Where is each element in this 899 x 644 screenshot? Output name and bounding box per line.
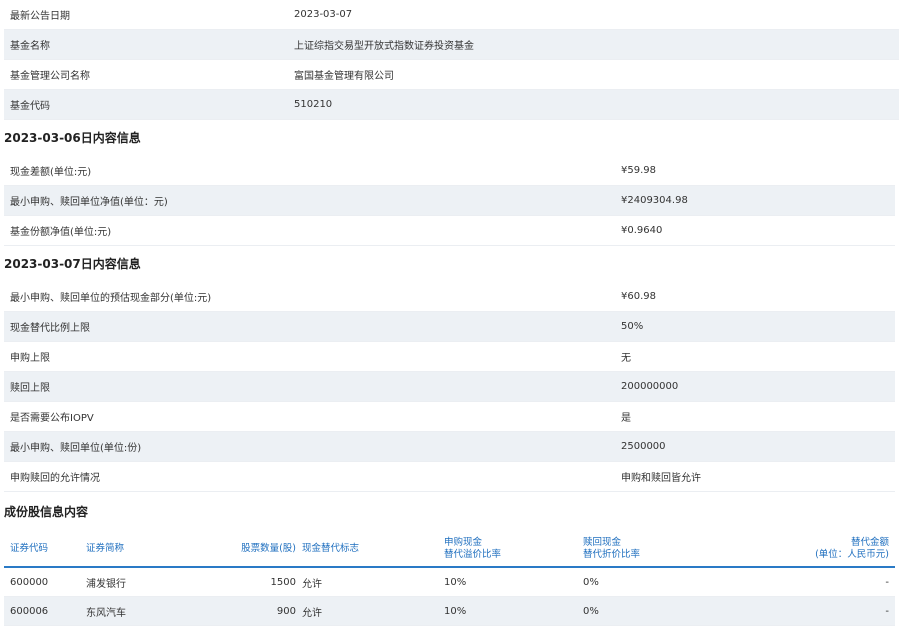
cell-sub-premium: 10% xyxy=(444,596,583,626)
field-value: 2500000 xyxy=(621,431,895,462)
table-row: 申购上限 无 xyxy=(4,341,895,372)
table-row: 是否需要公布IOPV 是 xyxy=(4,401,895,432)
components-table: 证券代码 证券简称 股票数量(股) 现金替代标志 申购现金 替代溢价比率 赎回现… xyxy=(4,532,895,626)
table-row: 赎回上限 200000000 xyxy=(4,371,895,402)
field-label: 赎回上限 xyxy=(4,371,621,402)
cell-red-discount: 0% xyxy=(583,596,783,626)
header-line: (单位：人民币元) xyxy=(815,549,889,560)
info-table-0306: 现金差额(单位:元) ¥59.98 最小申购、赎回单位净值(单位：元) ¥240… xyxy=(4,156,895,246)
field-label: 最小申购、赎回单位(单位:份) xyxy=(4,431,621,462)
field-label: 最新公告日期 xyxy=(4,0,294,30)
col-header-amount: 替代金额 (单位：人民币元) xyxy=(783,532,895,568)
table-row: 600006 东风汽车 900 允许 10% 0% - xyxy=(4,596,895,626)
field-value: 2023-03-07 xyxy=(294,0,899,30)
cell-amount: - xyxy=(783,596,895,626)
header-line: 替代折价比率 xyxy=(583,549,641,560)
field-label: 申购上限 xyxy=(4,341,621,372)
field-value: 510210 xyxy=(294,89,899,120)
header-line: 赎回现金 xyxy=(583,537,622,548)
cell-code: 600000 xyxy=(4,567,86,597)
field-value: ¥59.98 xyxy=(621,156,895,186)
header-line: 申购现金 xyxy=(444,537,483,548)
cell-name: 东风汽车 xyxy=(86,596,186,626)
basic-info-table: 最新公告日期 2023-03-07 基金名称 上证综指交易型开放式指数证券投资基… xyxy=(4,0,899,120)
col-header-flag: 现金替代标志 xyxy=(296,532,444,568)
field-value: 无 xyxy=(621,341,895,372)
field-value: 富国基金管理有限公司 xyxy=(294,59,899,90)
cell-code: 600006 xyxy=(4,596,86,626)
col-header-shares: 股票数量(股) xyxy=(186,532,296,568)
field-value: ¥60.98 xyxy=(621,282,895,312)
header-line: 替代金额 xyxy=(850,537,889,548)
table-row: 现金差额(单位:元) ¥59.98 xyxy=(4,156,895,186)
header-line: 替代溢价比率 xyxy=(444,549,502,560)
section-title-0307: 2023-03-07日内容信息 xyxy=(4,257,141,271)
field-label: 基金名称 xyxy=(4,29,294,60)
table-row: 基金名称 上证综指交易型开放式指数证券投资基金 xyxy=(4,29,899,60)
table-row: 600000 浦发银行 1500 允许 10% 0% - xyxy=(4,567,895,597)
table-row: 基金管理公司名称 富国基金管理有限公司 xyxy=(4,59,899,90)
section-title-0306: 2023-03-06日内容信息 xyxy=(4,131,141,145)
field-label: 是否需要公布IOPV xyxy=(4,401,621,432)
section-title-components: 成份股信息内容 xyxy=(4,505,89,519)
col-header-code: 证券代码 xyxy=(4,532,86,568)
table-row: 最新公告日期 2023-03-07 xyxy=(4,0,899,30)
field-label: 基金份额净值(单位:元) xyxy=(4,215,621,246)
cell-shares: 900 xyxy=(186,596,296,626)
table-row: 基金份额净值(单位:元) ¥0.9640 xyxy=(4,215,895,246)
field-value: 200000000 xyxy=(621,371,895,402)
cell-flag: 允许 xyxy=(296,596,444,626)
field-value: 申购和赎回皆允许 xyxy=(621,461,895,492)
field-value: 上证综指交易型开放式指数证券投资基金 xyxy=(294,29,899,60)
info-table-0307: 最小申购、赎回单位的预估现金部分(单位:元) ¥60.98 现金替代比例上限 5… xyxy=(4,282,895,492)
cell-flag: 允许 xyxy=(296,567,444,597)
field-label: 现金差额(单位:元) xyxy=(4,156,621,186)
cell-sub-premium: 10% xyxy=(444,567,583,597)
table-row: 最小申购、赎回单位净值(单位：元) ¥2409304.98 xyxy=(4,185,895,216)
field-label: 基金代码 xyxy=(4,89,294,120)
field-label: 现金替代比例上限 xyxy=(4,311,621,342)
col-header-sub-premium: 申购现金 替代溢价比率 xyxy=(444,532,583,568)
table-row: 基金代码 510210 xyxy=(4,89,899,120)
field-label: 申购赎回的允许情况 xyxy=(4,461,621,492)
field-label: 基金管理公司名称 xyxy=(4,59,294,90)
field-value: 是 xyxy=(621,401,895,432)
table-row: 申购赎回的允许情况 申购和赎回皆允许 xyxy=(4,461,895,492)
field-value: ¥0.9640 xyxy=(621,215,895,246)
cell-shares: 1500 xyxy=(186,567,296,597)
field-value: ¥2409304.98 xyxy=(621,185,895,216)
field-label: 最小申购、赎回单位的预估现金部分(单位:元) xyxy=(4,282,621,312)
cell-name: 浦发银行 xyxy=(86,567,186,597)
cell-red-discount: 0% xyxy=(583,567,783,597)
cell-amount: - xyxy=(783,567,895,597)
table-row: 现金替代比例上限 50% xyxy=(4,311,895,342)
col-header-name: 证券简称 xyxy=(86,532,186,568)
field-label: 最小申购、赎回单位净值(单位：元) xyxy=(4,185,621,216)
field-value: 50% xyxy=(621,311,895,342)
table-header-row: 证券代码 证券简称 股票数量(股) 现金替代标志 申购现金 替代溢价比率 赎回现… xyxy=(4,532,895,568)
fund-detail-page: 最新公告日期 2023-03-07 基金名称 上证综指交易型开放式指数证券投资基… xyxy=(0,0,899,626)
table-row: 最小申购、赎回单位(单位:份) 2500000 xyxy=(4,431,895,462)
col-header-red-discount: 赎回现金 替代折价比率 xyxy=(583,532,783,568)
table-row: 最小申购、赎回单位的预估现金部分(单位:元) ¥60.98 xyxy=(4,282,895,312)
